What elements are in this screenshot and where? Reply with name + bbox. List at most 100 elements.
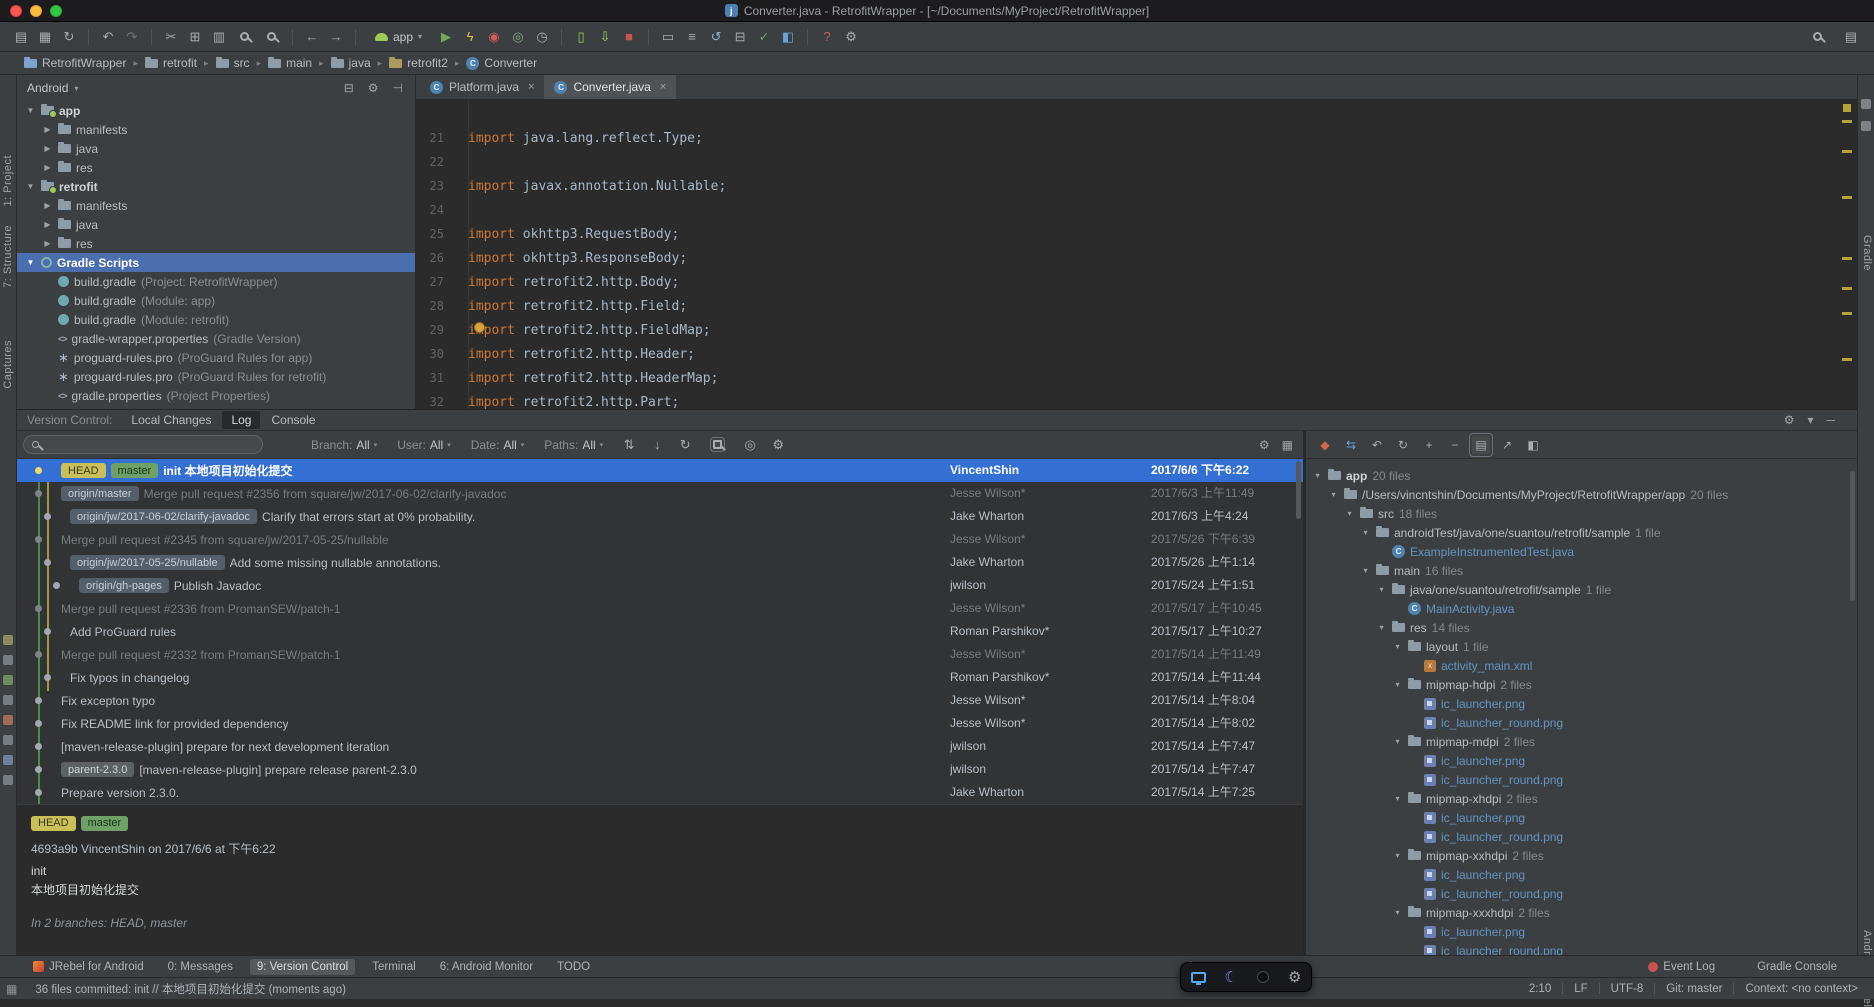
changed-dir-item-mipmap-hdpi[interactable]: ▾ mipmap-hdpi 2 files <box>1306 675 1857 694</box>
tool-stripe-button-1-project[interactable]: 1: Project <box>2 155 14 206</box>
project-tree-item-java[interactable]: ▶ java <box>17 215 415 234</box>
back-icon[interactable]: ← <box>301 26 323 48</box>
redo-icon[interactable]: ↷ <box>121 26 143 48</box>
branch-label-head[interactable]: HEAD <box>31 815 76 831</box>
log-row[interactable]: origin/gh-pages Publish Javadoc jwilson 201… <box>17 574 1303 597</box>
warning-mark-icon[interactable] <box>1842 257 1852 260</box>
log-row[interactable]: origin/jw/2017-05-25/nullable Add some mi… <box>17 551 1303 574</box>
vcs-tab-console[interactable]: Console <box>262 411 324 429</box>
project-tree-item-gradle-scripts[interactable]: ▼ Gradle Scripts <box>17 253 415 272</box>
display-icon[interactable] <box>1190 971 1206 985</box>
changed-file-item-ic-launcher-round-png[interactable]: ic_launcher_round.png <box>1306 713 1857 732</box>
breadcrumb-item-retrofit2[interactable]: retrofit2 <box>389 56 448 70</box>
changed-file-item-ic-launcher-png[interactable]: ic_launcher.png <box>1306 865 1857 884</box>
diff-icon[interactable]: ⇆ <box>1342 436 1360 454</box>
changed-file-item-ic-launcher-png[interactable]: ic_launcher.png <box>1306 694 1857 713</box>
vcs-tab-log[interactable]: Log <box>222 411 261 429</box>
log-row[interactable]: Add ProGuard rules Roman Parshikov* 2017/5… <box>17 620 1303 643</box>
switcher-icon[interactable]: ▤ <box>1840 26 1862 48</box>
log-row[interactable]: origin/jw/2017-06-02/clarify-javadoc Clar… <box>17 505 1303 528</box>
preview-diff-icon[interactable]: ◧ <box>1524 436 1542 454</box>
branch-label-origin-master[interactable]: origin/master <box>61 486 139 501</box>
forward-icon[interactable]: → <box>325 26 347 48</box>
branch-label-origin-jw-2017-05-25-nullable[interactable]: origin/jw/2017-05-25/nullable <box>70 555 225 570</box>
toolwindow-button-jrebel-for-android[interactable]: JRebel for Android <box>26 959 151 975</box>
changed-file-item-ic-launcher-round-png[interactable]: ic_launcher_round.png <box>1306 827 1857 846</box>
intention-bulb-icon[interactable] <box>474 322 485 333</box>
warning-mark-icon[interactable] <box>1842 196 1852 199</box>
close-tab-icon[interactable]: × <box>660 81 666 93</box>
project-tree-item-build-gradle[interactable]: build.gradle (Module: retrofit) <box>17 310 415 329</box>
project-tree-item-app[interactable]: ▼ app <box>17 101 415 120</box>
presentation-settings-icon[interactable]: ⚙ <box>770 437 786 453</box>
run-icon[interactable]: ▶ <box>435 26 457 48</box>
tool-stripe-button-gradle[interactable]: Gradle <box>1861 235 1873 271</box>
save-all-icon[interactable]: ▦ <box>34 26 56 48</box>
log-row[interactable]: [maven-release-plugin] prepare for next … <box>17 735 1303 758</box>
breadcrumb-item-java[interactable]: java <box>330 56 371 70</box>
changed-file-item-ic-launcher-round-png[interactable]: ic_launcher_round.png <box>1306 941 1857 955</box>
tool-stripe-icon[interactable] <box>3 675 13 685</box>
branch-label-parent-2-3-0[interactable]: parent-2.3.0 <box>61 762 135 777</box>
inspection-indicator-icon[interactable] <box>1843 104 1851 112</box>
hide-icon[interactable]: ─ <box>1826 413 1835 427</box>
split-view-icon[interactable]: ▦ <box>1282 438 1293 452</box>
project-tree-item-build-gradle[interactable]: build.gradle (Module: app) <box>17 291 415 310</box>
changed-file-item-exampleinstrumentedtest-java[interactable]: C ExampleInstrumentedTest.java <box>1306 542 1857 561</box>
code-editor[interactable]: 21 import java.lang.reflect.Type; 22 23 impo… <box>416 100 1857 409</box>
paste-icon[interactable]: ▥ <box>208 26 230 48</box>
branch-label-master[interactable]: master <box>80 815 129 831</box>
tool-stripe-icon[interactable] <box>3 775 13 785</box>
log-row[interactable]: Merge pull request #2336 from PromanSEW/… <box>17 597 1303 620</box>
logcat-icon[interactable]: ≡ <box>681 26 703 48</box>
restore-icon[interactable]: ▾ <box>1807 413 1813 427</box>
stop-icon[interactable]: ■ <box>618 26 640 48</box>
log-row[interactable]: origin/master Merge pull request #2356 fr… <box>17 482 1303 505</box>
refresh-icon[interactable]: ↻ <box>1394 436 1412 454</box>
project-tree-item-manifests[interactable]: ▶ manifests <box>17 196 415 215</box>
build-check-icon[interactable]: ✓ <box>753 26 775 48</box>
sync-icon[interactable]: ↻ <box>58 26 80 48</box>
sdk-manager-icon[interactable]: ⇩ <box>594 26 616 48</box>
log-filter-user[interactable]: User: All ▾ <box>397 438 451 452</box>
toolwindow-button-todo[interactable]: TODO <box>550 959 597 975</box>
breadcrumb-item-main[interactable]: main <box>268 56 312 70</box>
branch-label-master[interactable]: master <box>110 463 159 478</box>
minimize-window-button[interactable] <box>30 5 42 17</box>
gear-icon[interactable]: ⚙ <box>1288 968 1301 986</box>
changed-dir-item-mipmap-xhdpi[interactable]: ▾ mipmap-xhdpi 2 files <box>1306 789 1857 808</box>
changed-file-item-ic-launcher-round-png[interactable]: ic_launcher_round.png <box>1306 770 1857 789</box>
changed-dir-item-mipmap-xxhdpi[interactable]: ▾ mipmap-xxhdpi 2 files <box>1306 846 1857 865</box>
log-row[interactable]: Fix README link for provided dependency J… <box>17 712 1303 735</box>
changed-dir-item-androidtest-java-one-suantou-retrofit-sample[interactable]: ▾ androidTest/java/one/suantou/retrofit/s… <box>1306 523 1857 542</box>
tool-stripe-icon[interactable] <box>1861 99 1871 109</box>
changed-dir-item-res[interactable]: ▾ res 14 files <box>1306 618 1857 637</box>
project-view-selector[interactable]: Android ▾ <box>27 81 78 95</box>
branch-label-origin-gh-pages[interactable]: origin/gh-pages <box>79 578 169 593</box>
vcs-tab-local-changes[interactable]: Local Changes <box>122 411 220 429</box>
view-options-icon[interactable]: ⚙ <box>1259 438 1270 452</box>
maximize-window-button[interactable] <box>50 5 62 17</box>
warning-mark-icon[interactable] <box>1842 358 1852 361</box>
warning-mark-icon[interactable] <box>1842 287 1852 290</box>
go-to-hash-icon[interactable]: ↓ <box>649 437 665 452</box>
breadcrumb-item-src[interactable]: src <box>215 56 250 70</box>
refresh-log-icon[interactable]: ↻ <box>677 437 693 453</box>
project-tree-item-manifests[interactable]: ▶ manifests <box>17 120 415 139</box>
log-row[interactable]: Prepare version 2.3.0. Jake Wharton 2017/5… <box>17 781 1303 804</box>
changed-dir-item-layout[interactable]: ▾ layout 1 file <box>1306 637 1857 656</box>
user-icon[interactable] <box>1256 971 1269 983</box>
replace-icon[interactable] <box>267 32 276 41</box>
log-filter-paths[interactable]: Paths: All ▾ <box>544 438 603 452</box>
changed-dir-item-users-vincntshin-documents-myproject-retrofitwrapper-app[interactable]: ▾ /Users/vincntshin/Documents/MyProject/R… <box>1306 485 1857 504</box>
warning-mark-icon[interactable] <box>1842 150 1852 153</box>
expand-all-icon[interactable]: + <box>1420 436 1438 454</box>
settings-icon[interactable]: ⚙ <box>840 26 862 48</box>
project-tree-item-java[interactable]: ▶ java <box>17 139 415 158</box>
changed-file-item-ic-launcher-png[interactable]: ic_launcher.png <box>1306 922 1857 941</box>
intellisort-icon[interactable]: ⇅ <box>621 437 637 453</box>
toolwindow-button-terminal[interactable]: Terminal <box>365 959 422 975</box>
scrollbar[interactable] <box>1850 471 1855 601</box>
changed-file-item-ic-launcher-png[interactable]: ic_launcher.png <box>1306 808 1857 827</box>
project-tree-item-retrofit[interactable]: ▼ retrofit <box>17 177 415 196</box>
